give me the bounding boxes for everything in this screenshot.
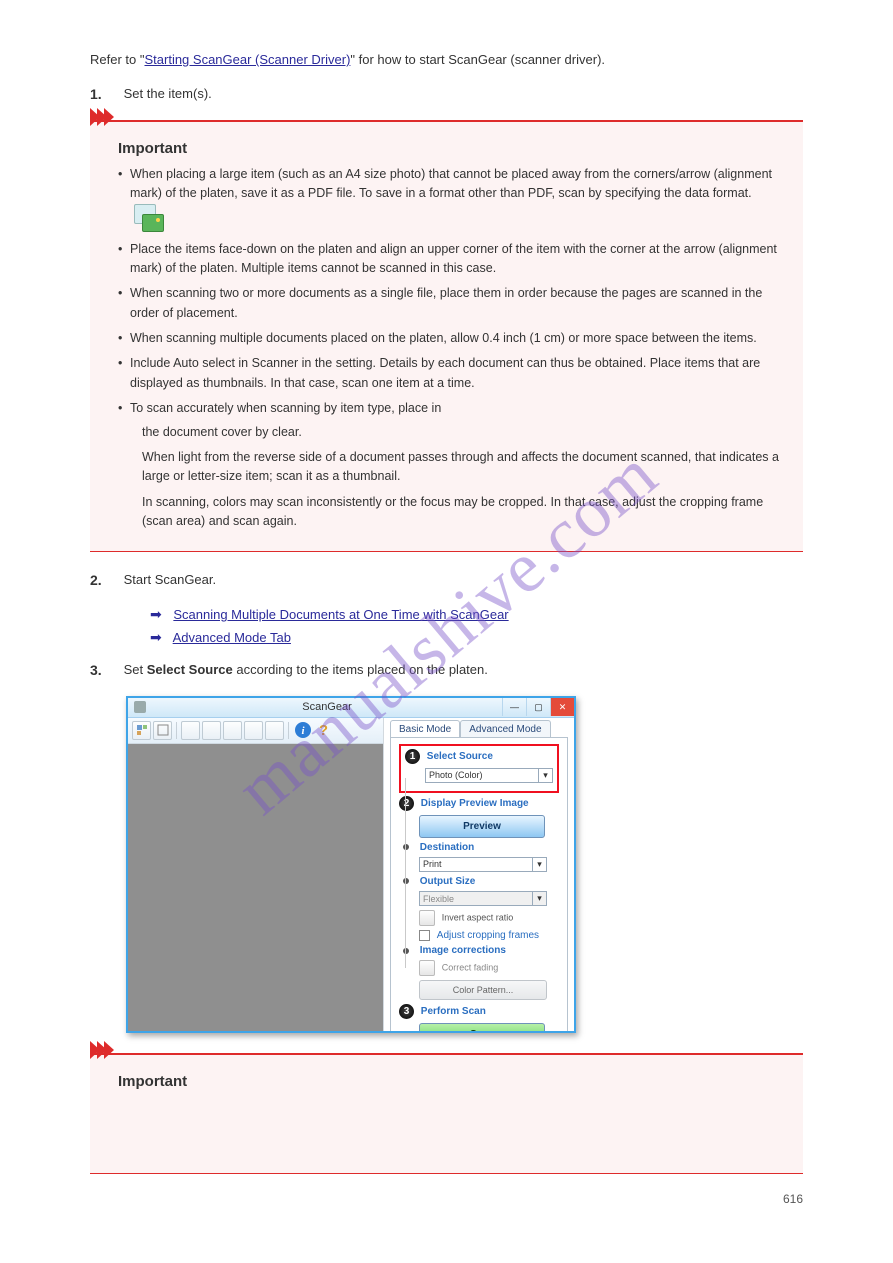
callout1-sub1: the document cover by clear.	[130, 423, 783, 442]
callout1-sub3: In scanning, colors may scan inconsisten…	[130, 493, 783, 532]
preview-button[interactable]: Preview	[419, 815, 545, 838]
callout1-sub2: When light from the reverse side of a do…	[130, 448, 783, 487]
select-source-dropdown[interactable]: Photo (Color) ▾	[425, 768, 553, 783]
label-select-source: Select Source	[427, 751, 493, 762]
step1-number: 1.	[90, 84, 120, 106]
output-size-value: Flexible	[423, 894, 454, 904]
callout1-item1: When placing a large item (such as an A4…	[118, 165, 783, 234]
label-perform-scan: Perform Scan	[421, 1006, 486, 1017]
step-3: 3. Set Select Source according to the it…	[90, 660, 803, 682]
page-number: 616	[90, 1192, 803, 1206]
close-button[interactable]: ✕	[550, 698, 574, 716]
callout1-item2: Place the items face-down on the platen …	[118, 240, 783, 279]
link-start-scangear[interactable]: Starting ScanGear (Scanner Driver)	[144, 52, 350, 67]
related-link-1-row: ➡ Scanning Multiple Documents at One Tim…	[150, 606, 803, 623]
destination-dropdown[interactable]: Print ▾	[419, 857, 547, 872]
toolbar-whole-view[interactable]	[153, 721, 172, 740]
select-source-highlight: 1 Select Source Photo (Color) ▾	[399, 744, 559, 793]
label-display-preview: Display Preview Image	[421, 798, 529, 809]
minimize-button[interactable]: —	[502, 698, 526, 716]
toolbar-thumb-view[interactable]	[132, 721, 151, 740]
left-pane: i ?	[128, 718, 384, 1031]
callout1-item6: To scan accurately when scanning by item…	[118, 399, 783, 531]
chevron-down-icon: ▾	[532, 892, 546, 905]
adjust-crop-checkbox[interactable]	[419, 930, 430, 941]
callout2-title: Important	[118, 1073, 783, 1090]
step3-text: Set	[124, 662, 147, 677]
toolbar-select-all[interactable]	[244, 721, 263, 740]
destination-value: Print	[423, 859, 442, 869]
label-correct-fading: Correct fading	[442, 963, 499, 973]
step1-text: Set the item(s).	[124, 86, 212, 101]
step3-number: 3.	[90, 660, 120, 682]
callout-chevrons	[90, 1041, 111, 1059]
related-link-2[interactable]: Advanced Mode Tab	[173, 630, 291, 645]
chevron-down-icon: ▾	[532, 858, 546, 871]
titlebar: ScanGear — ▢ ✕	[128, 698, 574, 718]
right-pane: Basic Mode Advanced Mode 1 Select Source	[384, 718, 574, 1031]
color-pattern-button[interactable]: Color Pattern...	[419, 980, 547, 1000]
toolbar-help[interactable]: ?	[314, 721, 333, 740]
step2-number: 2.	[90, 570, 120, 592]
label-image-corrections: Image corrections	[420, 945, 506, 956]
step-circle-1: 1	[405, 749, 420, 764]
related-link-2-row: ➡ Advanced Mode Tab	[150, 629, 803, 646]
callout1-item4: When scanning multiple documents placed …	[118, 329, 783, 348]
output-size-dropdown[interactable]: Flexible ▾	[419, 891, 547, 906]
window-title: ScanGear	[152, 701, 502, 713]
app-icon	[134, 701, 146, 713]
arrow-icon: ➡	[150, 629, 162, 645]
toolbar-rotate-left[interactable]	[202, 721, 221, 740]
toolbar-crop[interactable]	[181, 721, 200, 740]
intro-pre: Refer to "	[90, 52, 144, 67]
select-source-value: Photo (Color)	[429, 770, 483, 780]
callout1-title: Important	[118, 140, 783, 157]
toolbar: i ?	[128, 718, 383, 744]
toolbar-rotate-right[interactable]	[223, 721, 242, 740]
important-callout-2: Important When scanning with Select Sour…	[90, 1053, 803, 1174]
label-adjust-crop: Adjust cropping frames	[437, 930, 539, 941]
toolbar-clear[interactable]	[265, 721, 284, 740]
callout1-item3: When scanning two or more documents as a…	[118, 284, 783, 323]
label-destination: Destination	[420, 842, 474, 853]
label-output-size: Output Size	[420, 876, 476, 887]
thumbnail-icon	[132, 204, 166, 234]
related-link-1[interactable]: Scanning Multiple Documents at One Time …	[173, 607, 508, 622]
step-2: 2. Start ScanGear.	[90, 570, 803, 592]
step-dot	[403, 878, 409, 884]
scangear-screenshot: ScanGear — ▢ ✕	[126, 696, 576, 1033]
chevron-down-icon: ▾	[538, 769, 552, 782]
step-circle-2: 2	[399, 796, 414, 811]
step2-text: Start ScanGear.	[124, 570, 803, 590]
toolbar-info[interactable]: i	[293, 721, 312, 740]
intro-post: " for how to start ScanGear (scanner dri…	[350, 52, 605, 67]
callout-chevrons	[90, 108, 111, 126]
maximize-button[interactable]: ▢	[526, 698, 550, 716]
arrow-icon: ➡	[150, 606, 162, 622]
step-connector-line	[405, 778, 406, 968]
important-callout-1: Important When placing a large item (suc…	[90, 120, 803, 553]
step-1: 1. Set the item(s).	[90, 84, 803, 106]
correct-fading-icon	[419, 960, 435, 976]
invert-ratio-icon[interactable]	[419, 910, 435, 926]
scan-button[interactable]: Scan	[419, 1023, 545, 1030]
step-circle-3: 3	[399, 1004, 414, 1019]
instruction-start-scangear: Refer to "Starting ScanGear (Scanner Dri…	[90, 50, 803, 70]
tab-advanced-mode[interactable]: Advanced Mode	[460, 720, 550, 737]
step-dot	[403, 844, 409, 850]
label-invert-ratio: Invert aspect ratio	[442, 913, 514, 923]
callout1-item5: Include Auto select in Scanner in the se…	[118, 354, 783, 393]
step3-bold: Select Source	[147, 662, 233, 677]
preview-area[interactable]	[128, 744, 383, 1031]
step3-text2: according to the items placed on the pla…	[233, 662, 488, 677]
step-dot	[403, 948, 409, 954]
tab-basic-mode[interactable]: Basic Mode	[390, 720, 460, 737]
